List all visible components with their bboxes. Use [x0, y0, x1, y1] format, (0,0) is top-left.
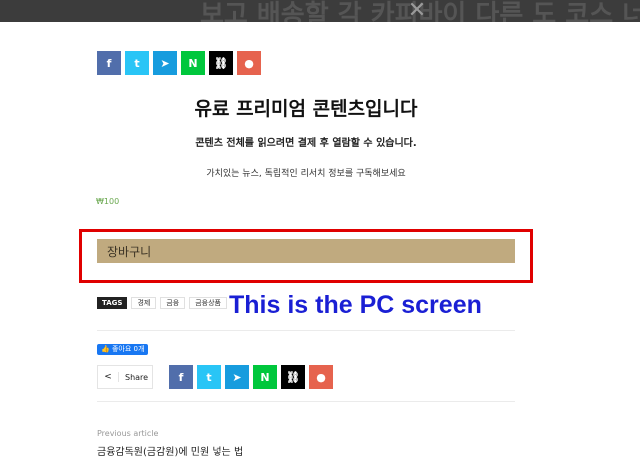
telegram-icon: ➤ [232, 370, 242, 384]
copy-link-button[interactable]: ⛓ [281, 365, 305, 389]
tag-finance[interactable]: 금융 [160, 297, 186, 309]
copy-link-button[interactable]: ⛓ [209, 51, 233, 75]
bottom-share-row: f t ➤ N ⛓ ● [169, 365, 337, 389]
kakao-icon: ● [316, 370, 326, 384]
paywall-description: 가치있는 뉴스, 독립적인 리서치 정보를 구독해보세요 [206, 169, 406, 179]
tags-label: TAGS [97, 297, 128, 309]
link-icon: ⛓ [286, 370, 300, 384]
telegram-share-button[interactable]: ➤ [153, 51, 177, 75]
telegram-icon: ➤ [160, 56, 170, 70]
facebook-icon: f [178, 370, 184, 384]
kakao-icon: ● [244, 56, 254, 70]
divider [97, 330, 515, 331]
price-label: ₩100 [96, 197, 120, 206]
share-label: Share [125, 372, 149, 382]
add-to-cart-button[interactable]: 장바구니 [97, 239, 515, 263]
naver-share-button[interactable]: N [253, 365, 277, 389]
facebook-share-button[interactable]: f [169, 365, 193, 389]
twitter-share-button[interactable]: t [197, 365, 221, 389]
telegram-share-button[interactable]: ➤ [225, 365, 249, 389]
share-icon: < [98, 372, 119, 382]
facebook-icon: f [106, 56, 112, 70]
twitter-icon: t [206, 370, 212, 384]
pc-screen-annotation: This is the PC screen [229, 291, 482, 319]
twitter-icon: t [134, 56, 140, 70]
naver-icon: N [260, 370, 270, 384]
tags-row: TAGS 경제 금융 금융상품 [97, 297, 227, 309]
link-icon: ⛓ [214, 56, 228, 70]
share-button[interactable]: < Share [97, 365, 153, 389]
tag-economy[interactable]: 경제 [131, 297, 157, 309]
kakao-share-button[interactable]: ● [309, 365, 333, 389]
tag-financial-products[interactable]: 금융상품 [189, 297, 227, 309]
previous-article-label: Previous article [97, 429, 159, 438]
paywall-subtitle: 콘텐츠 전체를 읽으려면 결제 후 열람할 수 있습니다. [195, 138, 417, 149]
twitter-share-button[interactable]: t [125, 51, 149, 75]
naver-icon: N [188, 56, 198, 70]
naver-share-button[interactable]: N [181, 51, 205, 75]
divider [97, 401, 515, 402]
close-icon[interactable]: ✕ [403, 0, 431, 22]
top-overlay-bar: 보고 배송할 각 카피바이 다른 도 코스 너르 ✕ [0, 0, 640, 22]
facebook-like-button[interactable]: 👍 좋아요 0개 [97, 344, 149, 355]
top-share-row: f t ➤ N ⛓ ● [97, 51, 265, 75]
facebook-share-button[interactable]: f [97, 51, 121, 75]
kakao-share-button[interactable]: ● [237, 51, 261, 75]
paywall-title: 유료 프리미엄 콘텐츠입니다 [194, 98, 418, 120]
